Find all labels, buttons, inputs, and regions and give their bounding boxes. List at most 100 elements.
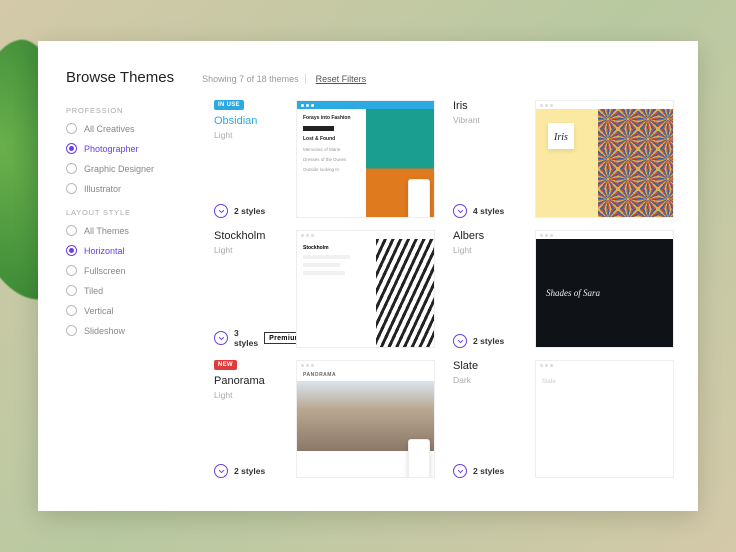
theme-subtitle: Light <box>214 130 286 140</box>
layout-option[interactable]: Fullscreen <box>66 265 196 276</box>
styles-count: 4 styles <box>473 206 504 216</box>
theme-name: Stockholm <box>214 230 286 243</box>
theme-footer: 2 styles <box>453 334 525 348</box>
radio-label: Graphic Designer <box>84 164 154 174</box>
theme-meta: Slate Dark 2 styles <box>453 360 525 478</box>
header: Browse Themes Showing 7 of 18 themes Res… <box>66 69 674 86</box>
browser-bar-icon <box>297 361 434 369</box>
styles-count: 2 styles <box>234 466 265 476</box>
radio-label: All Themes <box>84 226 129 236</box>
theme-card[interactable]: Stockholm Light 3 stylesPremium Stockholm <box>214 230 435 348</box>
theme-subtitle: Dark <box>453 375 525 385</box>
profession-option[interactable]: All Creatives <box>66 123 196 134</box>
chevron-down-icon[interactable] <box>453 464 467 478</box>
radio-icon <box>66 143 77 154</box>
layout-option[interactable]: Slideshow <box>66 325 196 336</box>
preview-body: PANORAMA <box>297 369 434 477</box>
theme-meta: NEW Panorama Light 2 styles <box>214 360 286 478</box>
chevron-down-icon[interactable] <box>214 464 228 478</box>
preview-body: Stockholm <box>297 239 434 347</box>
reset-filters-link[interactable]: Reset Filters <box>305 74 367 84</box>
preview-body: Shades of Sara <box>536 239 673 347</box>
theme-grid-scroll[interactable]: IN USE Obsidian Light 2 styles Forays into F… <box>196 100 674 487</box>
theme-subtitle: Vibrant <box>453 115 525 125</box>
theme-card[interactable]: Iris Vibrant 4 styles Iris <box>453 100 674 218</box>
filter-sidebar: PROFESSION All Creatives Photographer Grap… <box>66 100 196 487</box>
chevron-down-icon[interactable] <box>214 204 228 218</box>
theme-footer: 2 styles <box>453 464 525 478</box>
theme-subtitle: Light <box>453 245 525 255</box>
theme-name: Obsidian <box>214 115 286 128</box>
browser-bar-icon <box>536 231 673 239</box>
theme-footer: 2 styles <box>214 464 286 478</box>
theme-card[interactable]: Albers Light 2 styles Shades of Sara <box>453 230 674 348</box>
radio-label: All Creatives <box>84 124 135 134</box>
radio-label: Vertical <box>84 306 114 316</box>
radio-icon <box>66 325 77 336</box>
browser-bar-icon <box>536 101 673 109</box>
radio-icon <box>66 245 77 256</box>
theme-preview[interactable]: Stockholm <box>296 230 435 348</box>
theme-subtitle: Light <box>214 245 286 255</box>
chevron-down-icon[interactable] <box>214 331 228 345</box>
result-count: Showing 7 of 18 themes <box>202 74 299 84</box>
radio-label: Photographer <box>84 144 139 154</box>
theme-card[interactable]: NEW Panorama Light 2 styles PANORAMA <box>214 360 435 478</box>
radio-icon <box>66 305 77 316</box>
theme-footer: 3 stylesPremium <box>214 328 286 348</box>
layout-option[interactable]: Tiled <box>66 285 196 296</box>
preview-body: Iris <box>536 109 673 217</box>
theme-name: Panorama <box>214 375 286 388</box>
layout-option[interactable]: Horizontal <box>66 245 196 256</box>
radio-icon <box>66 225 77 236</box>
radio-icon <box>66 123 77 134</box>
chevron-down-icon[interactable] <box>453 204 467 218</box>
theme-name: Slate <box>453 360 525 373</box>
theme-subtitle: Light <box>214 390 286 400</box>
radio-label: Slideshow <box>84 326 125 336</box>
theme-meta: Iris Vibrant 4 styles <box>453 100 525 218</box>
profession-option[interactable]: Graphic Designer <box>66 163 196 174</box>
theme-grid: IN USE Obsidian Light 2 styles Forays into F… <box>214 100 674 478</box>
chevron-down-icon[interactable] <box>453 334 467 348</box>
radio-icon <box>66 183 77 194</box>
theme-name: Iris <box>453 100 525 113</box>
page-title: Browse Themes <box>66 69 174 86</box>
layout-group-label: LAYOUT STYLE <box>66 208 196 217</box>
styles-count: 2 styles <box>473 466 504 476</box>
theme-meta: Stockholm Light 3 stylesPremium <box>214 230 286 348</box>
browser-bar-icon <box>297 231 434 239</box>
radio-label: Illustrator <box>84 184 121 194</box>
radio-label: Fullscreen <box>84 266 126 276</box>
theme-badge: IN USE <box>214 100 244 110</box>
theme-preview[interactable]: PANORAMA <box>296 360 435 478</box>
theme-name: Albers <box>453 230 525 243</box>
radio-icon <box>66 163 77 174</box>
theme-meta: Albers Light 2 styles <box>453 230 525 348</box>
styles-count: 3 styles <box>234 328 258 348</box>
layout-option[interactable]: All Themes <box>66 225 196 236</box>
browser-bar-icon <box>297 101 434 109</box>
styles-count: 2 styles <box>473 336 504 346</box>
profession-option[interactable]: Illustrator <box>66 183 196 194</box>
theme-meta: IN USE Obsidian Light 2 styles <box>214 100 286 218</box>
theme-footer: 2 styles <box>214 204 286 218</box>
profession-option[interactable]: Photographer <box>66 143 196 154</box>
radio-icon <box>66 265 77 276</box>
theme-footer: 4 styles <box>453 204 525 218</box>
theme-card[interactable]: Slate Dark 2 styles Slate <box>453 360 674 478</box>
radio-label: Horizontal <box>84 246 125 256</box>
layout-option[interactable]: Vertical <box>66 305 196 316</box>
preview-body: Forays into FashionLost & FoundMemories … <box>297 109 434 217</box>
theme-preview[interactable]: Iris <box>535 100 674 218</box>
radio-label: Tiled <box>84 286 103 296</box>
styles-count: 2 styles <box>234 206 265 216</box>
browse-themes-panel: Browse Themes Showing 7 of 18 themes Res… <box>38 41 698 511</box>
theme-preview[interactable]: Forays into FashionLost & FoundMemories … <box>296 100 435 218</box>
theme-badge: NEW <box>214 360 237 370</box>
theme-preview[interactable]: Shades of Sara <box>535 230 674 348</box>
theme-card[interactable]: IN USE Obsidian Light 2 styles Forays into F… <box>214 100 435 218</box>
theme-preview[interactable]: Slate <box>535 360 674 478</box>
browser-bar-icon <box>536 361 673 369</box>
profession-group-label: PROFESSION <box>66 106 196 115</box>
